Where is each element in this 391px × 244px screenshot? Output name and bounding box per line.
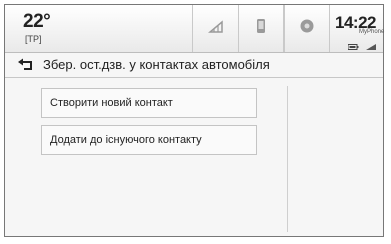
- phone-name: MyPhone: [359, 29, 385, 35]
- add-to-existing-contact-button[interactable]: Додати до існуючого контакту: [41, 125, 257, 155]
- infotainment-screen: 22° [TP] 14:22 MyPhone Збер. ост.дзв. у …: [4, 4, 384, 237]
- content-area: Створити новий контакт Додати до існуючо…: [5, 78, 383, 236]
- page-title: Збер. ост.дзв. у контактах автомобіля: [43, 57, 270, 72]
- create-new-contact-button[interactable]: Створити новий контакт: [41, 88, 257, 118]
- title-bar: Збер. ост.дзв. у контактах автомобіля: [5, 53, 383, 78]
- traffic-program-indicator: [TP]: [25, 34, 42, 44]
- options-list: Створити новий контакт Додати до існуючо…: [5, 78, 287, 236]
- phone-icon: [256, 18, 266, 39]
- navigation-icon: [299, 18, 315, 39]
- tab-phone[interactable]: [238, 5, 284, 52]
- status-bar: 22° [TP] 14:22 MyPhone: [5, 5, 385, 53]
- audio-icon: [207, 18, 224, 39]
- divider: [287, 86, 288, 232]
- back-arrow-icon: [15, 58, 37, 79]
- back-button[interactable]: [15, 55, 37, 75]
- temperature: 22°: [23, 11, 51, 32]
- tab-audio[interactable]: [192, 5, 238, 52]
- tab-navigation[interactable]: [284, 5, 330, 52]
